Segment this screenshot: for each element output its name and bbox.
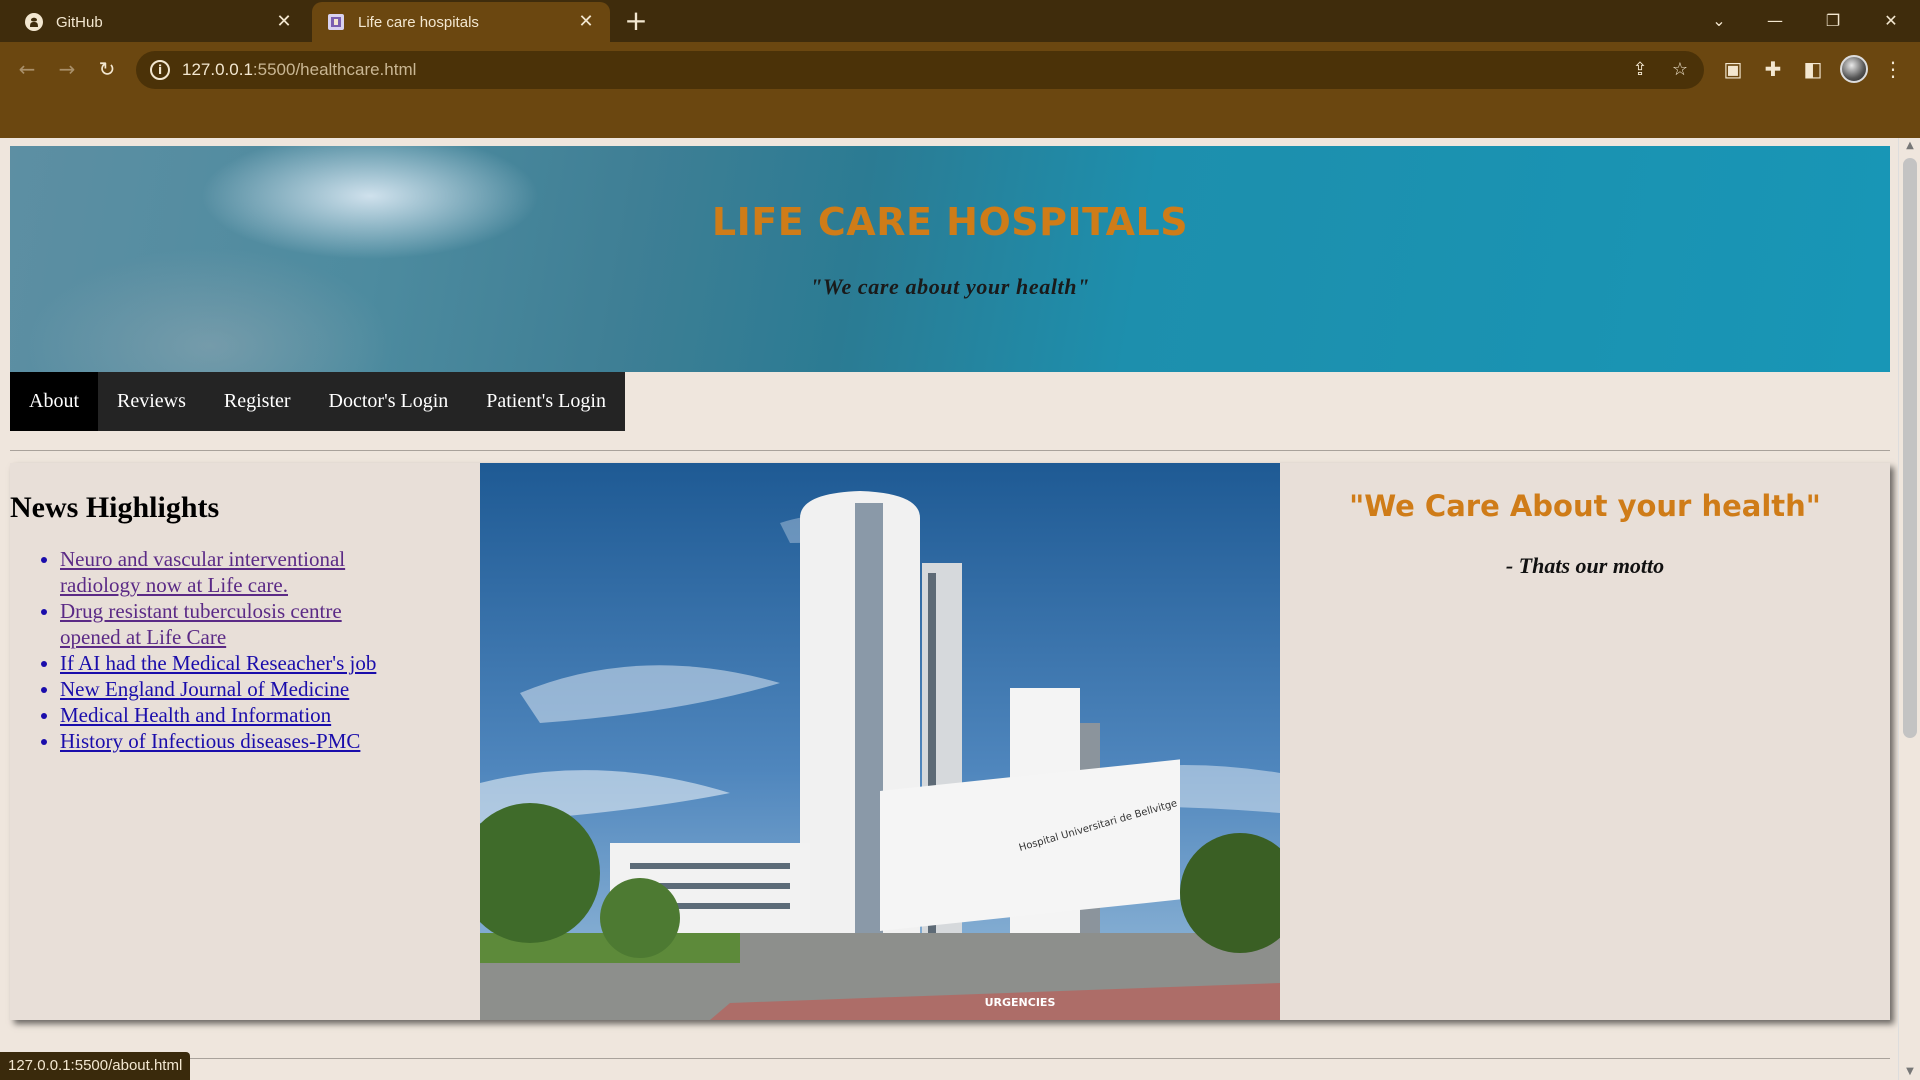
share-icon[interactable]: ⇪ <box>1628 58 1652 82</box>
tab-label: GitHub <box>56 13 103 31</box>
address-bar[interactable]: i 127.0.0.1:5500/healthcare.html ⇪ ☆ <box>136 51 1704 89</box>
bookmark-star-icon[interactable]: ☆ <box>1668 58 1692 82</box>
scroll-thumb[interactable] <box>1903 158 1917 738</box>
nav-reviews[interactable]: Reviews <box>98 372 205 431</box>
tab-search-icon[interactable]: ⌄ <box>1696 6 1742 36</box>
list-item: Medical Health and Information <box>60 702 390 728</box>
profile-avatar[interactable] <box>1840 55 1868 83</box>
hospital-photo: URGENCIES Hospital Universitari de Bellv… <box>480 463 1280 1020</box>
page-viewport: LIFE CARE HOSPITALS "We care about your … <box>0 138 1920 1080</box>
close-icon[interactable]: ✕ <box>576 12 596 32</box>
site-favicon <box>326 12 346 32</box>
side-panel-icon[interactable]: ◧ <box>1798 54 1828 84</box>
nav-doctors-login[interactable]: Doctor's Login <box>310 372 468 431</box>
list-item: Drug resistant tuberculosis centre opene… <box>60 598 390 650</box>
reload-icon[interactable]: ↻ <box>92 54 122 84</box>
list-item: History of Infectious diseases-PMC <box>60 728 390 754</box>
restore-icon[interactable]: ❐ <box>1810 6 1856 36</box>
back-icon[interactable]: ← <box>12 54 42 84</box>
github-icon <box>24 12 44 32</box>
extension-app-icon[interactable]: ▣ <box>1718 54 1748 84</box>
main-content: News Highlights Neuro and vascular inter… <box>10 463 1890 1020</box>
list-item: Neuro and vascular interventional radiol… <box>60 546 390 598</box>
divider <box>10 450 1890 451</box>
news-heading: News Highlights <box>10 491 220 524</box>
news-link[interactable]: Drug resistant tuberculosis centre opene… <box>60 599 342 649</box>
ground-text: URGENCIES <box>985 996 1056 1009</box>
nav-about[interactable]: About <box>10 372 98 431</box>
scroll-down-icon[interactable]: ▼ <box>1899 1064 1920 1080</box>
nav-patients-login[interactable]: Patient's Login <box>467 372 625 431</box>
header-banner: LIFE CARE HOSPITALS "We care about your … <box>10 146 1890 372</box>
main-nav: About Reviews Register Doctor's Login Pa… <box>10 372 625 431</box>
tab-life-care[interactable]: Life care hospitals ✕ <box>312 2 610 42</box>
url-text[interactable]: 127.0.0.1:5500/healthcare.html <box>182 60 416 80</box>
new-tab-button[interactable]: + <box>622 7 650 36</box>
news-link[interactable]: New England Journal of Medicine <box>60 677 349 701</box>
extensions-puzzle-icon[interactable]: ✚ <box>1758 54 1788 84</box>
news-link[interactable]: Medical Health and Information <box>60 703 331 727</box>
news-link[interactable]: History of Infectious diseases-PMC <box>60 729 360 753</box>
page-scrollbar[interactable]: ▲ ▼ <box>1898 138 1920 1080</box>
tab-label: Life care hospitals <box>358 13 479 31</box>
news-link[interactable]: If AI had the Medical Reseacher's job <box>60 651 376 675</box>
nav-register[interactable]: Register <box>205 372 310 431</box>
motto-signature: - Thats our motto <box>1505 553 1665 578</box>
close-icon[interactable]: ✕ <box>274 12 294 32</box>
list-item: If AI had the Medical Reseacher's job <box>60 650 390 676</box>
minimize-icon[interactable]: — <box>1752 6 1798 36</box>
tab-strip: GitHub ✕ Life care hospitals ✕ + ⌄ — ❐ ✕ <box>0 0 1920 42</box>
motto-quote: "We Care About your health" <box>1349 489 1821 523</box>
site-tagline: "We care about your health" <box>810 274 1090 299</box>
tab-github[interactable]: GitHub ✕ <box>10 2 308 42</box>
news-link[interactable]: Neuro and vascular interventional radiol… <box>60 547 345 597</box>
browser-toolbar: ← → ↻ i 127.0.0.1:5500/healthcare.html ⇪… <box>0 42 1920 138</box>
divider <box>10 1058 1890 1059</box>
scroll-up-icon[interactable]: ▲ <box>1899 138 1920 154</box>
site-info-icon[interactable]: i <box>150 60 170 80</box>
link-status-bubble: 127.0.0.1:5500/about.html <box>0 1052 191 1080</box>
news-list: Neuro and vascular interventional radiol… <box>60 546 390 754</box>
kebab-menu-icon[interactable]: ⋮ <box>1878 54 1908 84</box>
forward-icon[interactable]: → <box>52 54 82 84</box>
list-item: New England Journal of Medicine <box>60 676 390 702</box>
window-close-icon[interactable]: ✕ <box>1868 6 1914 36</box>
site-title: LIFE CARE HOSPITALS <box>711 200 1189 244</box>
